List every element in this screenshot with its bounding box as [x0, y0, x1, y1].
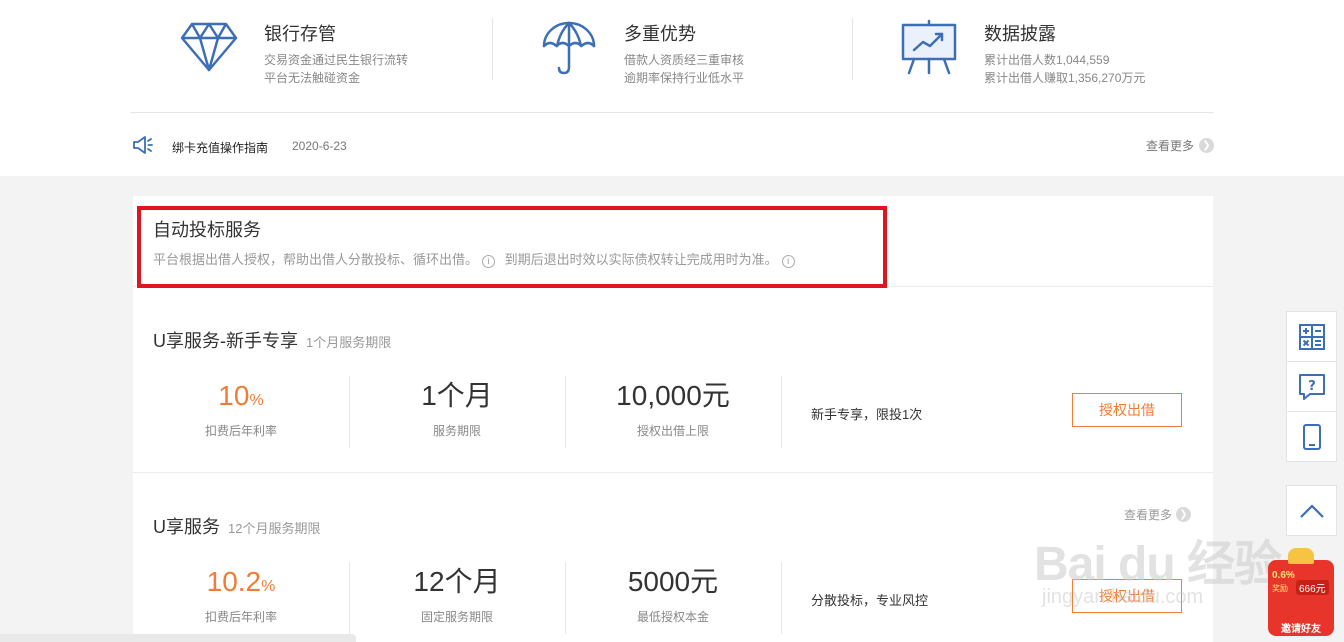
rate-label: 扣费后年利率 — [204, 610, 277, 624]
period-label: 固定服务期限 — [420, 610, 493, 624]
product-title: U享服务-新手专享 — [153, 331, 298, 351]
umbrella-icon — [542, 21, 596, 75]
feature-divider — [492, 18, 493, 80]
watermark-text: Bai du 经验 — [1034, 538, 1282, 591]
product-term: 12个月服务期限 — [228, 521, 321, 536]
badge-label: 邀请好友 — [1281, 624, 1321, 635]
rate-unit: % — [261, 578, 276, 595]
feature-data-disclosure: 数据披露 累计出借人数1,044,559 累计出借人赚取1,356,270万元 — [900, 18, 1210, 85]
top-section: 银行存管 交易资金通过民生银行流转 平台无法触碰资金 多重优势 借款人资质经三重… — [0, 0, 1344, 176]
period-column: 1个月 服务期限 — [349, 376, 565, 448]
gift-bow-icon — [1288, 548, 1314, 564]
calculator-button[interactable] — [1286, 311, 1337, 362]
back-to-top-button[interactable] — [1286, 485, 1337, 536]
view-more-label: 查看更多 — [1145, 139, 1194, 153]
baidu-watermark: Bai du 经验 jingyan.baidu.com — [1034, 524, 1284, 614]
product-term: 1个月服务期限 — [306, 335, 392, 350]
browser-status-bar — [0, 634, 356, 642]
mobile-app-button[interactable] — [1286, 411, 1337, 462]
chevron-right-icon: ❯ — [1199, 138, 1214, 153]
product-view-more-label: 查看更多 — [1123, 508, 1172, 522]
column-divider — [781, 376, 782, 448]
highlight-box — [137, 206, 887, 288]
rate-unit: % — [249, 392, 264, 409]
period-value: 12个月 — [413, 566, 501, 597]
period-label: 服务期限 — [432, 424, 481, 438]
product-name: U享服务 12个月服务期限 — [153, 513, 320, 539]
diamond-icon — [180, 22, 238, 72]
badge-sub: 奖励 — [1272, 584, 1288, 593]
floating-toolbar: ? — [1286, 311, 1337, 462]
amount-value: 10,000元 — [616, 380, 730, 411]
presentation-board-icon — [901, 19, 957, 75]
amount-column: 10,000元 授权出借上限 — [565, 376, 781, 448]
feature-advantages: 多重优势 借款人资质经三重审核 逾期率保持行业低水平 — [540, 18, 840, 85]
feature-divider — [852, 18, 853, 80]
feature-desc: 累计出借人赚取1,356,270万元 — [984, 71, 1146, 85]
calculator-icon — [1298, 323, 1325, 350]
feature-desc: 借款人资质经三重审核 — [624, 53, 745, 67]
question-bubble-icon: ? — [1298, 373, 1325, 400]
rate-column: 10.2% 扣费后年利率 — [133, 562, 349, 634]
feature-bank-custody: 银行存管 交易资金通过民生银行流转 平台无法触碰资金 — [180, 18, 480, 85]
megaphone-icon — [133, 136, 153, 154]
amount-label: 授权出借上限 — [636, 424, 709, 438]
feature-desc: 交易资金通过民生银行流转 — [264, 53, 409, 67]
amount-column: 5000元 最低授权本金 — [565, 562, 781, 634]
period-value: 1个月 — [421, 380, 493, 411]
feature-desc: 逾期率保持行业低水平 — [624, 71, 745, 85]
features-row: 银行存管 交易资金通过民生银行流转 平台无法触碰资金 多重优势 借款人资质经三重… — [130, 0, 1214, 113]
feature-title: 多重优势 — [624, 24, 696, 44]
notice-link[interactable]: 绑卡充值操作指南 — [172, 139, 268, 156]
authorize-lend-button[interactable]: 授权出借 — [1072, 393, 1182, 427]
feature-title: 数据披露 — [984, 24, 1056, 44]
badge-rate: 0.6% — [1272, 570, 1295, 581]
product-note: 新手专享，限投1次 — [811, 407, 923, 422]
notice-date: 2020-6-23 — [292, 139, 347, 153]
invite-friend-badge[interactable]: 0.6% 奖励 666元 邀请好友 — [1266, 546, 1340, 638]
feature-desc: 累计出借人数1,044,559 — [984, 53, 1110, 67]
feature-title: 银行存管 — [264, 24, 336, 44]
help-button[interactable]: ? — [1286, 361, 1337, 412]
chevron-right-icon: ❯ — [1176, 507, 1191, 522]
column-divider — [781, 562, 782, 634]
feature-desc: 平台无法触碰资金 — [264, 71, 361, 85]
service-header: 自动投标服务 平台根据出借人授权，帮助出借人分散投标、循环出借。 i 到期后退出时… — [133, 196, 1213, 288]
mobile-phone-icon — [1302, 423, 1321, 450]
rate-value: 10.2% — [133, 562, 349, 602]
rate-value: 10% — [133, 376, 349, 416]
period-column: 12个月 固定服务期限 — [349, 562, 565, 634]
amount-value: 5000元 — [627, 566, 719, 597]
product-card-newbie: U享服务-新手专享 1个月服务期限 10% 扣费后年利率 1个月 服务期限 10,… — [133, 287, 1213, 473]
svg-text:?: ? — [1308, 379, 1316, 394]
rate-label: 扣费后年利率 — [204, 424, 277, 438]
amount-label: 最低授权本金 — [636, 610, 709, 624]
chevron-up-icon — [1299, 503, 1324, 518]
rate-column: 10% 扣费后年利率 — [133, 376, 349, 448]
badge-amount: 666元 — [1296, 580, 1329, 595]
notice-bar: 绑卡充值操作指南 2020-6-23 查看更多 ❯ — [132, 132, 1214, 160]
rate-number: 10 — [218, 380, 250, 411]
product-view-more-link[interactable]: 查看更多 ❯ — [1124, 506, 1191, 523]
product-name: U享服务-新手专享 1个月服务期限 — [153, 327, 391, 353]
view-more-link[interactable]: 查看更多 ❯ — [1146, 137, 1214, 154]
product-note: 分散投标，专业风控 — [811, 593, 929, 608]
product-title: U享服务 — [153, 517, 220, 537]
watermark-url: jingyan.baidu.com — [1042, 586, 1204, 608]
rate-number: 10.2 — [206, 566, 262, 597]
